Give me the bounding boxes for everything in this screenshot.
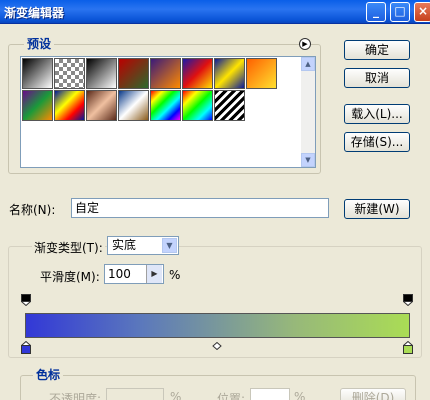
preset-swatch-copper[interactable] <box>86 90 117 121</box>
delete-button[interactable]: 删除(D) <box>340 388 406 400</box>
load-button[interactable]: 载入(L)... <box>344 104 410 124</box>
new-button[interactable]: 新建(W) <box>344 199 410 219</box>
scroll-down-icon[interactable]: ▼ <box>301 153 315 167</box>
gradient-type-select[interactable]: 实底 ▼ <box>107 236 179 255</box>
preset-swatch-transparent-stripes[interactable] <box>214 90 245 121</box>
preset-swatch-red-green[interactable] <box>118 58 149 89</box>
opacity-stop-right[interactable] <box>402 294 414 307</box>
preset-swatch-black-white-2[interactable] <box>86 58 117 89</box>
presets-menu-icon[interactable]: ▶ <box>299 38 311 50</box>
preset-swatch-spectrum[interactable] <box>150 90 181 121</box>
name-label: 名称(N): <box>9 203 56 217</box>
stops-legend: 色标 <box>33 366 64 383</box>
preset-swatch-violet-green-orange[interactable] <box>22 90 53 121</box>
preset-swatch-blue-yellow-blue[interactable] <box>214 58 245 89</box>
position-unit: % <box>294 390 306 400</box>
preset-swatch-checker-fade[interactable] <box>54 58 85 89</box>
cancel-button[interactable]: 取消 <box>344 68 410 88</box>
ok-button[interactable]: 确定 <box>344 40 410 60</box>
opacity-stop-icon <box>20 294 32 307</box>
scrollbar-track[interactable] <box>301 71 315 153</box>
color-stop-right[interactable] <box>402 340 414 354</box>
preset-swatch-orange-yellow[interactable] <box>246 58 277 89</box>
smoothness-label: 平滑度(M): <box>40 270 100 284</box>
opacity-stop-left[interactable] <box>20 294 32 307</box>
position-input[interactable] <box>250 388 290 400</box>
preset-swatch-transparent-rainbow[interactable] <box>182 90 213 121</box>
maximize-button[interactable]: □ <box>390 2 410 22</box>
presets-legend: 预设 <box>24 35 55 52</box>
preset-swatch-blue-red-yellow[interactable] <box>182 58 213 89</box>
gradient-type-label: 渐变类型(T): <box>32 239 105 256</box>
presets-list[interactable]: ▲ ▼ <box>20 56 316 168</box>
color-stop-icon <box>402 340 414 354</box>
scroll-up-icon[interactable]: ▲ <box>301 57 315 71</box>
title-bar: 渐变编辑器 _ □ × <box>0 0 430 24</box>
preset-swatch-black-white[interactable] <box>22 58 53 89</box>
preset-swatch-stripes-rainbow[interactable] <box>54 90 85 121</box>
minimize-button[interactable]: _ <box>366 2 386 22</box>
opacity-stop-icon <box>402 294 414 307</box>
close-button[interactable]: × <box>414 2 430 22</box>
smoothness-slider-arrow-icon[interactable]: ▶ <box>146 265 162 283</box>
color-stop-icon <box>20 340 32 354</box>
smoothness-unit: % <box>169 268 181 282</box>
opacity-label: 不透明度: <box>49 392 102 400</box>
gradient-preview-bar[interactable] <box>25 313 410 338</box>
preset-swatch-violet-orange[interactable] <box>150 58 181 89</box>
midpoint-diamond-icon[interactable] <box>212 340 222 352</box>
smoothness-value: 100 <box>108 267 131 281</box>
position-label: 位置: <box>217 392 246 400</box>
opacity-unit: % <box>170 390 182 400</box>
gradient-type-value: 实底 <box>112 238 137 252</box>
window-title: 渐变编辑器 <box>4 6 65 20</box>
name-input[interactable]: 自定 <box>71 198 329 218</box>
preset-swatch-chrome[interactable] <box>118 90 149 121</box>
chevron-down-icon[interactable]: ▼ <box>162 238 177 253</box>
opacity-input[interactable] <box>106 388 164 400</box>
color-stop-left[interactable] <box>20 340 32 354</box>
save-button[interactable]: 存储(S)... <box>344 132 410 152</box>
